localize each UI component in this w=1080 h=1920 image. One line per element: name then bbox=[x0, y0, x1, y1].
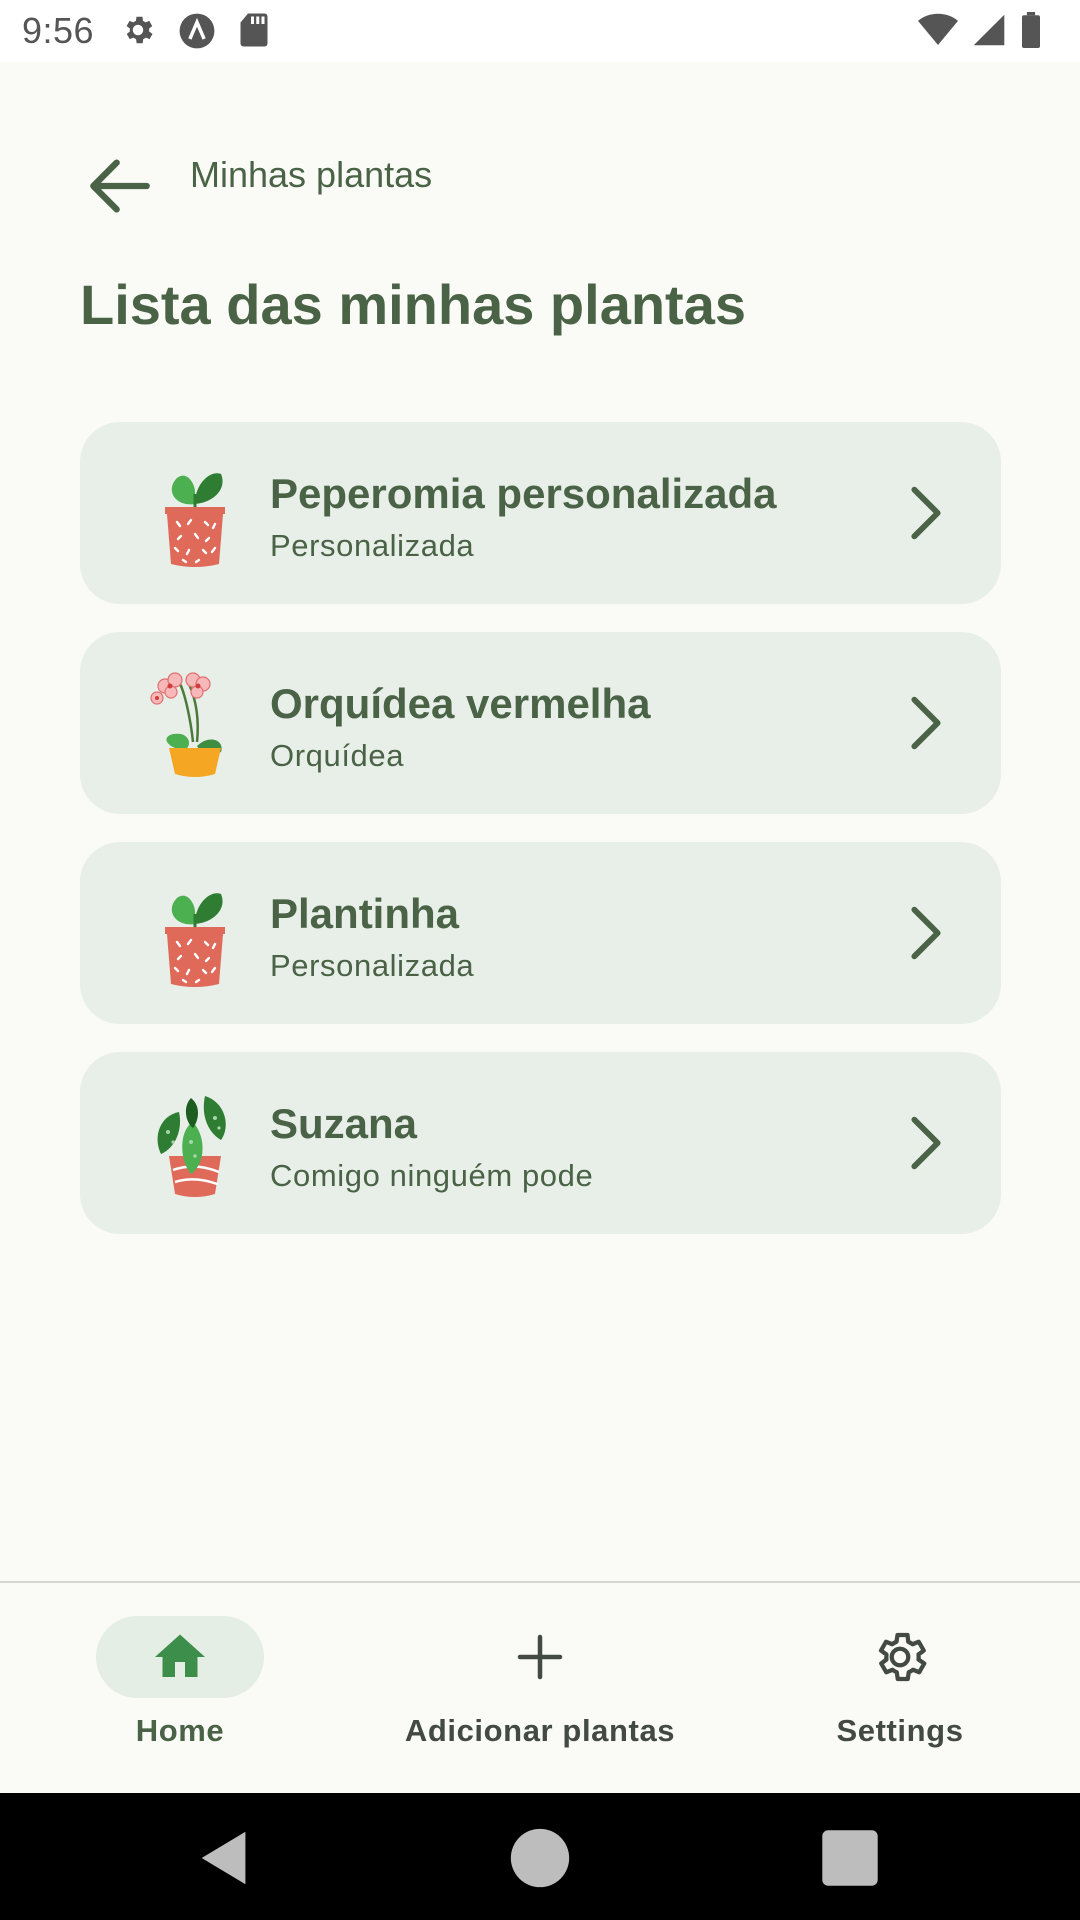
nav-item-settings[interactable]: Settings bbox=[720, 1583, 1080, 1793]
plant-type: Personalizada bbox=[270, 948, 475, 983]
plant-name: Peperomia personalizada bbox=[270, 470, 777, 517]
status-time: 9:56 bbox=[22, 10, 95, 51]
system-home-icon[interactable] bbox=[505, 1823, 575, 1893]
plant-type: Comigo ninguém pode bbox=[270, 1158, 594, 1193]
page-title: Lista das minhas plantas bbox=[80, 273, 746, 336]
top-app-bar: Minhas plantas bbox=[0, 110, 1080, 240]
nav-item-add-plants[interactable]: Adicionar plantas bbox=[360, 1583, 720, 1793]
chevron-right-icon bbox=[911, 696, 941, 750]
nav-item-home[interactable]: Home bbox=[0, 1583, 360, 1793]
arrow-back-icon bbox=[90, 159, 150, 213]
nav-label-home: Home bbox=[135, 1713, 225, 1748]
sd-card-icon bbox=[240, 13, 268, 47]
plant-card[interactable]: Orquídea vermelha Orquídea bbox=[80, 632, 1001, 814]
plus-icon bbox=[517, 1634, 563, 1680]
nav-label-add-plants: Adicionar plantas bbox=[404, 1713, 676, 1748]
status-icons-right bbox=[918, 12, 1042, 48]
status-bar: 9:56 bbox=[0, 0, 1080, 62]
chevron-right-icon bbox=[911, 486, 941, 540]
plant-name: Orquídea vermelha bbox=[270, 680, 651, 727]
home-icon bbox=[155, 1634, 205, 1677]
top-bar-title: Minhas plantas bbox=[190, 154, 433, 195]
plant-list: Peperomia personalizada Personalizada Or… bbox=[80, 422, 1001, 1262]
plant-name: Suzana bbox=[270, 1100, 418, 1147]
plant-type: Orquídea bbox=[270, 738, 405, 773]
bottom-navigation: Home Adicionar plantas Settings bbox=[0, 1583, 1080, 1793]
nav-label-settings: Settings bbox=[836, 1713, 964, 1748]
battery-icon bbox=[1022, 12, 1040, 48]
system-back-icon[interactable] bbox=[190, 1823, 260, 1893]
plant-type: Personalizada bbox=[270, 528, 475, 563]
plant-name: Plantinha bbox=[270, 890, 460, 937]
wifi-icon bbox=[918, 13, 958, 45]
plant-card[interactable]: Suzana Comigo ninguém pode bbox=[80, 1052, 1001, 1234]
system-navigation-bar bbox=[0, 1793, 1080, 1920]
settings-icon bbox=[126, 16, 153, 44]
a-icon bbox=[179, 13, 215, 49]
plant-card[interactable]: Plantinha Personalizada bbox=[80, 842, 1001, 1024]
plant-card[interactable]: Peperomia personalizada Personalizada bbox=[80, 422, 1001, 604]
chevron-right-icon bbox=[911, 1116, 941, 1170]
dieffenbachia-plant-icon bbox=[157, 1096, 226, 1197]
gear-icon bbox=[878, 1632, 927, 1682]
back-button[interactable] bbox=[80, 146, 160, 226]
signal-icon bbox=[973, 14, 1005, 46]
orchid-plant-icon bbox=[150, 672, 222, 777]
peperomia-plant-icon bbox=[165, 893, 225, 987]
peperomia-plant-icon bbox=[165, 473, 225, 567]
status-icons-left bbox=[120, 12, 270, 50]
system-recents-icon[interactable] bbox=[815, 1823, 885, 1893]
chevron-right-icon bbox=[911, 906, 941, 960]
